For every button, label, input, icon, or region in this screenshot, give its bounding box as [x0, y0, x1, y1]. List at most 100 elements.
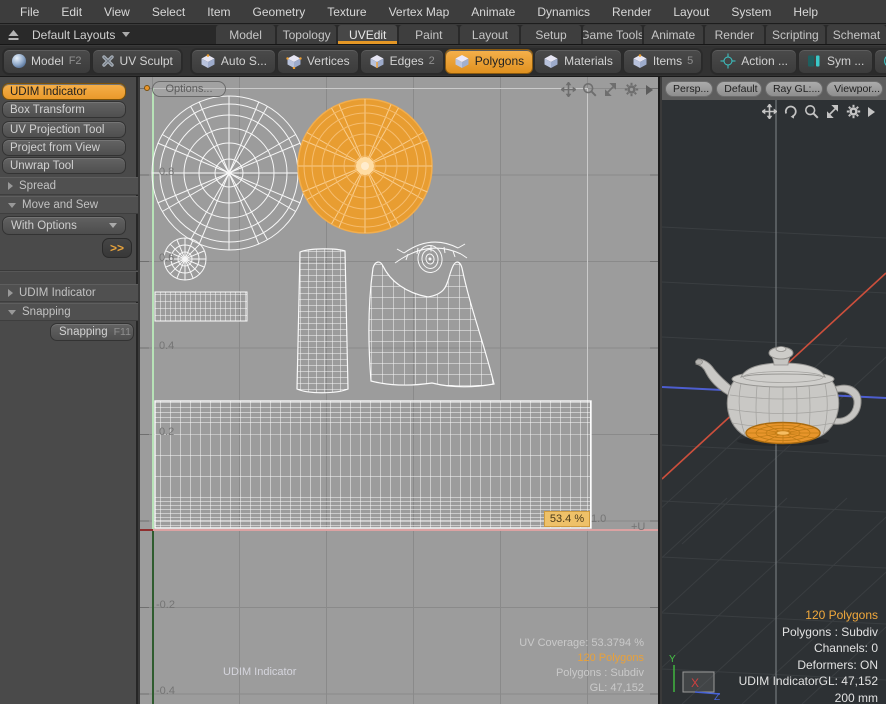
vp-channels: Channels: 0 — [739, 640, 878, 657]
section-snapping[interactable]: Snapping — [0, 303, 138, 321]
v-axis-label-0-2: 0.2 — [159, 426, 174, 438]
axis-y-label: Y — [669, 654, 676, 665]
uv-shells — [140, 77, 660, 704]
falloff-button[interactable]: Falloff — [874, 49, 886, 74]
tab-model[interactable]: Model — [216, 25, 275, 44]
viewport-menu-icon[interactable] — [867, 106, 876, 118]
snapping-toggle-button[interactable]: Snapping F11 — [50, 323, 134, 341]
edges-button[interactable]: Edges 2 — [360, 49, 444, 74]
polygons-button[interactable]: Polygons — [445, 49, 533, 74]
layout-pin-icon[interactable] — [0, 26, 26, 44]
layout-bar: Default Layouts Model Topology UVEdit Pa… — [0, 25, 886, 45]
vp-udim-gl: UDIM IndicatorGL: 47,152 — [739, 673, 878, 690]
section-move-and-sew[interactable]: Move and Sew — [0, 196, 138, 214]
tool-udim-indicator[interactable]: UDIM Indicator — [2, 83, 126, 100]
menu-render[interactable]: Render — [601, 0, 662, 24]
u-axis-label-1-0: 1.0 — [591, 513, 606, 525]
tab-scripting[interactable]: Scripting — [766, 25, 825, 44]
zoom-icon[interactable] — [804, 104, 819, 119]
mode-toolbar: Model F2 UV Sculpt Auto S... Vertices Ed… — [0, 46, 886, 77]
uv-gl-stat: GL: 47,152 — [519, 681, 644, 696]
v-axis-label-neg-0-2: -0.2 — [156, 599, 175, 611]
viewport-3d[interactable]: Persp... Default Ray GL:... Viewpor... — [662, 77, 886, 704]
viewport-options-button[interactable]: Viewpor... — [826, 81, 883, 97]
sphere-icon — [12, 54, 26, 68]
action-center-button[interactable]: Action ... — [711, 49, 797, 74]
viewport-menu-icon[interactable] — [645, 84, 654, 96]
uv-editor-viewport[interactable]: Options... 0.8 0.6 0.4 0.2 -0.2 -0.4 1.0… — [140, 77, 660, 704]
pan-icon[interactable] — [561, 82, 576, 97]
menu-texture[interactable]: Texture — [316, 0, 377, 24]
uv-state-dot — [144, 85, 150, 91]
tool-project-from-view[interactable]: Project from View — [2, 139, 126, 156]
maximize-icon[interactable] — [825, 104, 840, 119]
menu-edit[interactable]: Edit — [50, 0, 93, 24]
menu-layout[interactable]: Layout — [662, 0, 720, 24]
teapot-model — [696, 347, 862, 447]
materials-button[interactable]: Materials — [534, 49, 622, 74]
tool-uv-projection[interactable]: UV Projection Tool — [2, 121, 126, 138]
tab-uvedit[interactable]: UVEdit — [338, 25, 397, 44]
perspective-button[interactable]: Persp... — [665, 81, 713, 97]
menu-view[interactable]: View — [93, 0, 141, 24]
tab-setup[interactable]: Setup — [521, 25, 580, 44]
section-spread[interactable]: Spread — [0, 177, 138, 195]
sculpt-x-icon — [101, 54, 115, 68]
uv-stats-overlay: UV Coverage: 53.3794 % 120 Polygons Poly… — [519, 636, 644, 696]
menu-item[interactable]: Item — [196, 0, 241, 24]
default-shading-button[interactable]: Default — [716, 81, 762, 97]
section-udim-indicator[interactable]: UDIM Indicator — [0, 284, 138, 302]
tab-schematic[interactable]: Schemat — [827, 25, 886, 44]
tab-game-tools[interactable]: Game Tools — [583, 25, 642, 44]
uv-mesh-type: Polygons : Subdiv — [519, 666, 644, 681]
viewport-3d-canvas[interactable]: Y X Z 120 Polygons Polygons : Subdiv Cha… — [662, 100, 886, 704]
menu-vertex-map[interactable]: Vertex Map — [378, 0, 461, 24]
menu-system[interactable]: System — [720, 0, 782, 24]
items-button[interactable]: Items 5 — [623, 49, 702, 74]
cube-icon — [369, 54, 385, 69]
tool-unwrap[interactable]: Unwrap Tool — [2, 157, 126, 174]
collapsed-arrow-icon — [8, 182, 13, 190]
tab-topology[interactable]: Topology — [277, 25, 336, 44]
menu-dynamics[interactable]: Dynamics — [526, 0, 601, 24]
uv-sculpt-button[interactable]: UV Sculpt — [92, 49, 182, 74]
vp-polygon-count: 120 Polygons — [739, 607, 878, 624]
tab-layout[interactable]: Layout — [460, 25, 519, 44]
pan-icon[interactable] — [762, 104, 777, 119]
viewport-3d-icons — [762, 104, 876, 119]
uv-coverage-stat: UV Coverage: 53.3794 % — [519, 636, 644, 651]
axis-x-label: X — [691, 676, 699, 690]
vp-scale: 200 mm — [739, 690, 878, 704]
menu-file[interactable]: File — [9, 0, 50, 24]
tab-render[interactable]: Render — [705, 25, 764, 44]
menu-geometry[interactable]: Geometry — [242, 0, 317, 24]
menu-select[interactable]: Select — [141, 0, 196, 24]
model-mode-button[interactable]: Model F2 — [3, 49, 91, 74]
gear-icon[interactable] — [624, 82, 639, 97]
menu-help[interactable]: Help — [782, 0, 829, 24]
expanded-arrow-icon — [8, 310, 16, 315]
expand-panel-button[interactable]: >> — [102, 238, 132, 258]
maximize-icon[interactable] — [603, 82, 618, 97]
gear-icon[interactable] — [846, 104, 861, 119]
symmetry-button[interactable]: Sym ... — [798, 49, 873, 74]
uv-options-button[interactable]: Options... — [152, 81, 226, 97]
vertices-button[interactable]: Vertices — [277, 49, 359, 74]
tab-animate[interactable]: Animate — [644, 25, 703, 44]
with-options-dropdown[interactable]: With Options — [2, 216, 126, 235]
zoom-icon[interactable] — [582, 82, 597, 97]
sidebar-divider — [0, 270, 138, 272]
cube-icon — [632, 54, 648, 69]
tool-box-transform[interactable]: Box Transform — [2, 101, 126, 118]
orbit-icon[interactable] — [783, 104, 798, 119]
menu-animate[interactable]: Animate — [460, 0, 526, 24]
tool-sidebar: UDIM Indicator Box Transform UV Projecti… — [0, 77, 138, 704]
chevron-down-icon — [122, 32, 130, 37]
tab-paint[interactable]: Paint — [399, 25, 458, 44]
default-layouts-dropdown[interactable]: Default Layouts — [26, 28, 136, 42]
symmetry-icon — [807, 54, 822, 68]
ray-gl-button[interactable]: Ray GL:... — [765, 81, 823, 97]
cube-icon — [286, 54, 302, 69]
viewport-stats-overlay: 120 Polygons Polygons : Subdiv Channels:… — [739, 607, 878, 704]
auto-select-button[interactable]: Auto S... — [191, 49, 276, 74]
